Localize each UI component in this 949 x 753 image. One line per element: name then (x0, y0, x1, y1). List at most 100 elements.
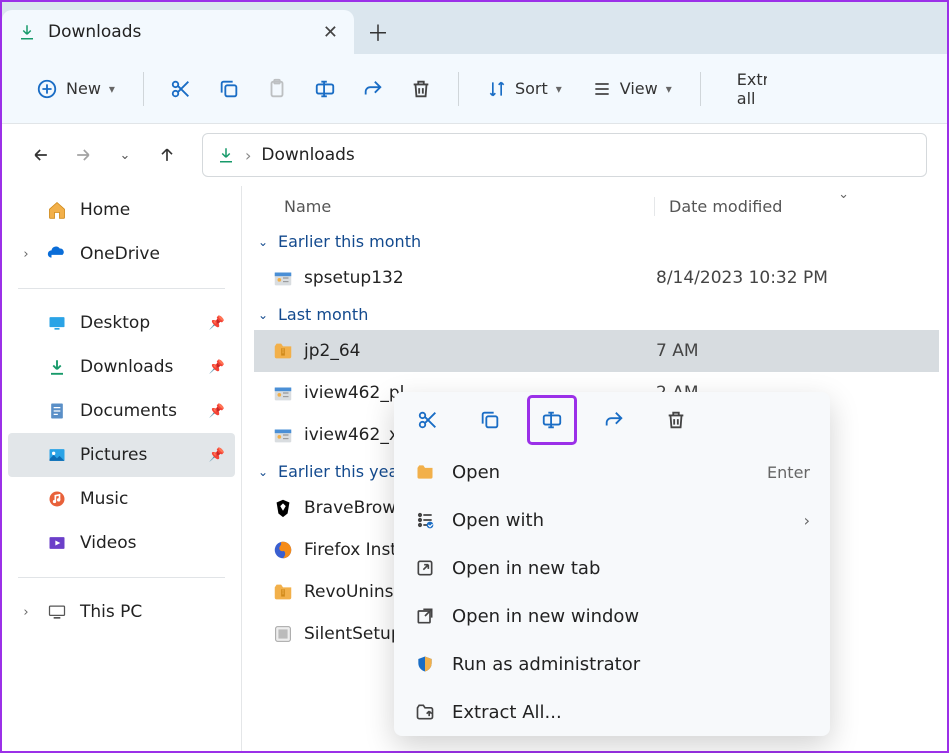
chevron-down-icon[interactable]: ⌄ (838, 187, 849, 202)
group-header[interactable]: ⌄ Last month (254, 299, 939, 330)
delete-button[interactable] (654, 398, 698, 442)
folder-icon (414, 461, 436, 483)
sidebar-item-documents[interactable]: Documents 📌 (8, 389, 235, 433)
desktop-icon (46, 312, 68, 334)
cut-button[interactable] (406, 398, 450, 442)
file-name: spsetup132 (304, 268, 404, 288)
download-icon (46, 356, 68, 378)
file-row[interactable]: jp2_64 7 AM (254, 330, 939, 372)
chevron-right-icon[interactable]: › (18, 605, 34, 620)
new-label: New (66, 79, 101, 98)
column-name[interactable]: Name (254, 197, 654, 216)
extract-label: Extract all (737, 70, 767, 108)
close-icon[interactable]: ✕ (323, 22, 338, 43)
new-button[interactable]: New ▾ (24, 68, 127, 110)
file-name: iview462_pl (304, 383, 404, 403)
forward-button[interactable] (64, 136, 102, 174)
home-icon (46, 199, 68, 221)
tab-title: Downloads (48, 22, 311, 42)
documents-icon (46, 400, 68, 422)
open-with-icon (414, 509, 436, 531)
new-tab-button[interactable]: ＋ (354, 10, 402, 54)
sidebar-item-home[interactable]: Home (8, 188, 235, 232)
rename-button[interactable] (530, 398, 574, 442)
sidebar-item-label: Videos (80, 533, 225, 553)
sidebar-item-label: OneDrive (80, 244, 225, 264)
back-button[interactable] (22, 136, 60, 174)
separator (18, 288, 225, 289)
menu-item-open[interactable]: Open Enter (394, 448, 830, 496)
address-row: ⌄ › Downloads (2, 124, 947, 186)
sidebar-item-pictures[interactable]: Pictures 📌 (8, 433, 235, 477)
column-date[interactable]: Date modified ⌄ (654, 197, 939, 216)
menu-item-open-new-tab[interactable]: Open in new tab (394, 544, 830, 592)
sidebar-item-downloads[interactable]: Downloads 📌 (8, 345, 235, 389)
sidebar-item-videos[interactable]: Videos (8, 521, 235, 565)
copy-button[interactable] (468, 398, 512, 442)
file-icon (272, 581, 294, 603)
group-label: Earlier this month (278, 232, 421, 251)
sidebar-item-label: Pictures (80, 445, 197, 465)
chevron-down-icon: ⌄ (256, 308, 270, 322)
paste-button[interactable] (256, 68, 298, 110)
chevron-right-icon: › (804, 511, 810, 530)
menu-item-run-as-admin[interactable]: Run as administrator (394, 640, 830, 688)
sidebar: Home › OneDrive Desktop 📌 Downloads 📌 Do… (2, 186, 242, 751)
sidebar-item-label: Documents (80, 401, 197, 421)
new-tab-icon (414, 557, 436, 579)
shield-icon (414, 653, 436, 675)
sidebar-item-onedrive[interactable]: › OneDrive (8, 232, 235, 276)
chevron-right-icon: › (245, 146, 251, 165)
file-icon (272, 340, 294, 362)
chevron-down-icon: ⌄ (256, 465, 270, 479)
file-date: 8/14/2023 10:32 PM (642, 268, 939, 288)
file-date: 7 AM (642, 341, 939, 361)
menu-item-open-with[interactable]: Open with › (394, 496, 830, 544)
menu-item-shortcut: Enter (767, 463, 810, 482)
extract-all-button[interactable]: Extract all (717, 68, 767, 110)
cut-button[interactable] (160, 68, 202, 110)
pin-icon: 📌 (209, 316, 225, 331)
chevron-right-icon[interactable]: › (18, 247, 34, 262)
file-name: BraveBrows (304, 498, 405, 518)
sidebar-item-label: Desktop (80, 313, 197, 333)
menu-item-label: Extract All... (452, 702, 810, 723)
menu-item-extract-all[interactable]: Extract All... (394, 688, 830, 736)
sidebar-item-music[interactable]: Music (8, 477, 235, 521)
recent-button[interactable]: ⌄ (106, 136, 144, 174)
separator (700, 72, 701, 106)
view-button[interactable]: View ▾ (580, 68, 684, 110)
address-bar[interactable]: › Downloads (202, 133, 927, 177)
separator (143, 72, 144, 106)
pin-icon: 📌 (209, 360, 225, 375)
sidebar-item-thispc[interactable]: › This PC (8, 590, 235, 634)
menu-item-open-new-window[interactable]: Open in new window (394, 592, 830, 640)
copy-button[interactable] (208, 68, 250, 110)
sidebar-item-desktop[interactable]: Desktop 📌 (8, 301, 235, 345)
sidebar-item-label: Music (80, 489, 225, 509)
onedrive-icon (46, 243, 68, 265)
share-button[interactable] (352, 68, 394, 110)
menu-item-label: Open in new tab (452, 558, 810, 579)
file-name: jp2_64 (304, 341, 360, 361)
group-header[interactable]: ⌄Earlier this month (254, 226, 939, 257)
menu-item-label: Open in new window (452, 606, 810, 627)
sidebar-item-label: This PC (80, 602, 225, 622)
chevron-down-icon: ▾ (556, 82, 562, 96)
sort-button[interactable]: Sort ▾ (475, 68, 574, 110)
chevron-down-icon: ▾ (666, 82, 672, 96)
up-button[interactable] (148, 136, 186, 174)
file-row[interactable]: spsetup132 8/14/2023 10:32 PM (254, 257, 939, 299)
tab-bar: Downloads ✕ ＋ (2, 2, 947, 54)
rename-button[interactable] (304, 68, 346, 110)
music-icon (46, 488, 68, 510)
view-label: View (620, 79, 658, 98)
menu-item-label: Open (452, 462, 751, 483)
delete-button[interactable] (400, 68, 442, 110)
group-label: Last month (278, 305, 368, 324)
chevron-down-icon: ▾ (109, 82, 115, 96)
share-button[interactable] (592, 398, 636, 442)
breadcrumb-downloads[interactable]: Downloads (261, 145, 354, 165)
tab-downloads[interactable]: Downloads ✕ (2, 10, 354, 54)
file-name: SilentSetup (304, 624, 402, 644)
